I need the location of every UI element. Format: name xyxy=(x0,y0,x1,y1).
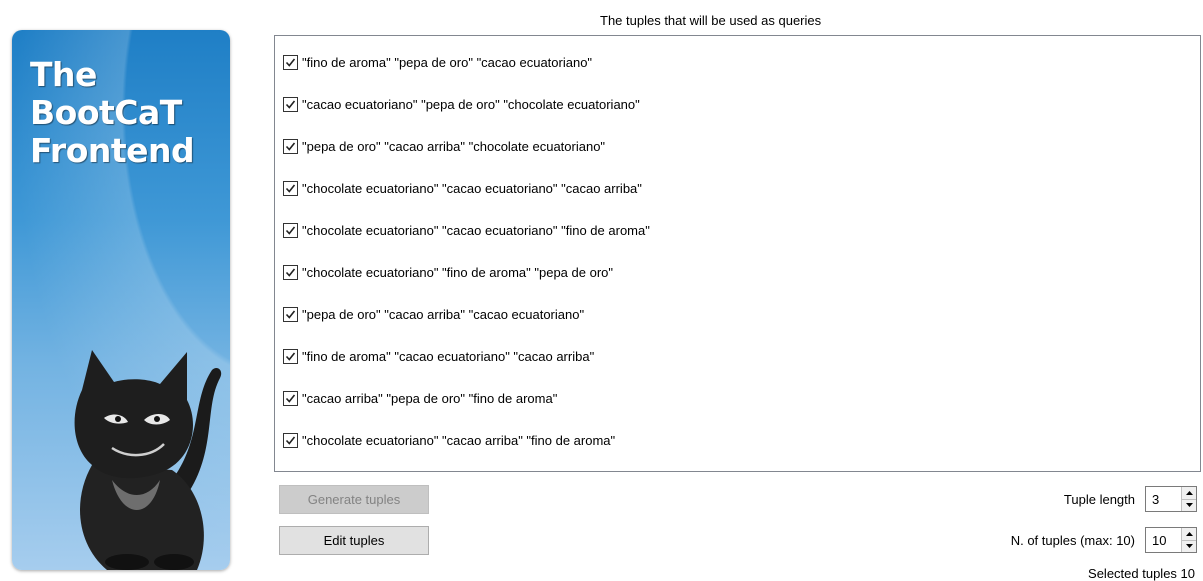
check-icon xyxy=(285,268,296,277)
banner-title-line-2: BootCaT xyxy=(30,93,182,132)
tuple-text: "cacao ecuatoriano" "pepa de oro" "choco… xyxy=(302,96,640,112)
tuple-row[interactable]: "fino de aroma" "pepa de oro" "cacao ecu… xyxy=(283,52,592,72)
bootcat-banner: The BootCaT Frontend xyxy=(12,30,230,570)
tuple-text: "chocolate ecuatoriano" "cacao ecuatoria… xyxy=(302,180,642,196)
tuple-checkbox[interactable] xyxy=(283,306,298,322)
check-icon xyxy=(285,58,296,67)
banner-title-line-1: The xyxy=(30,55,97,94)
tuple-row[interactable]: "cacao arriba" "pepa de oro" "fino de ar… xyxy=(283,388,557,408)
tuple-length-spinbox[interactable]: 3 xyxy=(1145,486,1197,512)
cat-mascot-icon xyxy=(74,350,222,570)
tuple-checkbox[interactable] xyxy=(283,222,298,238)
tuple-text: "pepa de oro" "cacao arriba" "chocolate … xyxy=(302,138,606,154)
bootcat-window: The BootCaT Frontend The tuples that wil… xyxy=(0,0,1203,581)
tuple-row[interactable]: "chocolate ecuatoriano" "cacao ecuatoria… xyxy=(283,220,650,240)
banner-title: The BootCaT Frontend xyxy=(30,56,225,170)
spin-down-button[interactable] xyxy=(1182,539,1196,552)
n-tuples-value[interactable]: 10 xyxy=(1146,528,1181,552)
tuple-checkbox[interactable] xyxy=(283,348,298,364)
triangle-down-icon xyxy=(1185,544,1193,549)
tuple-row[interactable]: "pepa de oro" "cacao arriba" "cacao ecua… xyxy=(283,304,584,324)
selected-tuples-status: Selected tuples 10 xyxy=(1088,566,1195,581)
tuple-checkbox[interactable] xyxy=(283,390,298,406)
tuple-text: "cacao arriba" "pepa de oro" "fino de ar… xyxy=(302,390,558,406)
tuple-row[interactable]: "cacao ecuatoriano" "pepa de oro" "choco… xyxy=(283,94,640,114)
check-icon xyxy=(285,100,296,109)
tuple-length-label: Tuple length xyxy=(1063,492,1135,507)
check-icon xyxy=(285,436,296,445)
tuple-row[interactable]: "chocolate ecuatoriano" "fino de aroma" … xyxy=(283,262,613,282)
tuples-list[interactable]: "fino de aroma" "pepa de oro" "cacao ecu… xyxy=(274,35,1201,472)
tuple-text: "chocolate ecuatoriano" "cacao ecuatoria… xyxy=(302,222,650,238)
edit-tuples-button[interactable]: Edit tuples xyxy=(279,526,429,555)
banner-title-line-3: Frontend xyxy=(30,131,195,170)
tuple-text: "chocolate ecuatoriano" "fino de aroma" … xyxy=(302,264,613,280)
check-icon xyxy=(285,394,296,403)
tuple-checkbox[interactable] xyxy=(283,180,298,196)
triangle-up-icon xyxy=(1185,531,1193,536)
tuple-text: "chocolate ecuatoriano" "cacao arriba" "… xyxy=(302,432,616,448)
check-icon xyxy=(285,142,296,151)
check-icon xyxy=(285,226,296,235)
check-icon xyxy=(285,310,296,319)
tuple-length-value[interactable]: 3 xyxy=(1146,487,1181,511)
spin-up-button[interactable] xyxy=(1182,528,1196,540)
tuple-checkbox[interactable] xyxy=(283,432,298,448)
tuple-row[interactable]: "pepa de oro" "cacao arriba" "chocolate … xyxy=(283,136,605,156)
triangle-up-icon xyxy=(1185,490,1193,495)
tuple-text: "fino de aroma" "pepa de oro" "cacao ecu… xyxy=(302,54,593,70)
tuple-row[interactable]: "chocolate ecuatoriano" "cacao ecuatoria… xyxy=(283,178,642,198)
tuple-text: "fino de aroma" "cacao ecuatoriano" "cac… xyxy=(302,348,595,364)
tuple-checkbox[interactable] xyxy=(283,138,298,154)
tuple-checkbox[interactable] xyxy=(283,96,298,112)
tuple-row[interactable]: "fino de aroma" "cacao ecuatoriano" "cac… xyxy=(283,346,594,366)
triangle-down-icon xyxy=(1185,503,1193,508)
check-icon xyxy=(285,352,296,361)
tuples-list-title: The tuples that will be used as queries xyxy=(600,13,822,28)
tuple-checkbox[interactable] xyxy=(283,264,298,280)
check-icon xyxy=(285,184,296,193)
n-tuples-spinbox[interactable]: 10 xyxy=(1145,527,1197,553)
tuple-row[interactable]: "chocolate ecuatoriano" "cacao arriba" "… xyxy=(283,430,615,450)
tuple-checkbox[interactable] xyxy=(283,54,298,70)
n-tuples-label: N. of tuples (max: 10) xyxy=(1010,533,1135,548)
tuple-text: "pepa de oro" "cacao arriba" "cacao ecua… xyxy=(302,306,585,322)
spin-up-button[interactable] xyxy=(1182,487,1196,499)
spin-down-button[interactable] xyxy=(1182,498,1196,511)
generate-tuples-button[interactable]: Generate tuples xyxy=(279,485,429,514)
